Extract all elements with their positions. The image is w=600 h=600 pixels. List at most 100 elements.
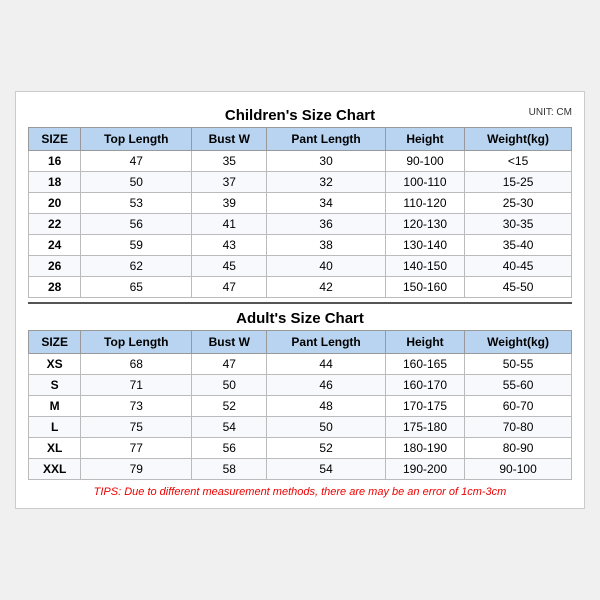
header-pant-length: Pant Length	[267, 128, 386, 151]
table-cell: 50-55	[465, 354, 572, 375]
header-size: SIZE	[29, 128, 81, 151]
table-cell: 59	[81, 235, 192, 256]
adult-header-size: SIZE	[29, 331, 81, 354]
header-top-length: Top Length	[81, 128, 192, 151]
table-cell: 24	[29, 235, 81, 256]
table-cell: 79	[81, 459, 192, 480]
adult-header-pant-length: Pant Length	[267, 331, 386, 354]
header-weight: Weight(kg)	[465, 128, 572, 151]
children-table: SIZE Top Length Bust W Pant Length Heigh…	[28, 127, 572, 298]
table-row: M735248170-17560-70	[29, 396, 572, 417]
table-cell: 70-80	[465, 417, 572, 438]
table-cell: 130-140	[385, 235, 464, 256]
table-cell: 39	[192, 193, 267, 214]
table-cell: 18	[29, 172, 81, 193]
table-cell: 50	[81, 172, 192, 193]
table-cell: 42	[267, 277, 386, 298]
adult-table: SIZE Top Length Bust W Pant Length Heigh…	[28, 330, 572, 480]
tips-text: TIPS: Due to different measurement metho…	[28, 486, 572, 498]
adult-header-height: Height	[385, 331, 464, 354]
table-cell: 40	[267, 256, 386, 277]
table-cell: 34	[267, 193, 386, 214]
table-row: 22564136120-13030-35	[29, 214, 572, 235]
table-cell: 62	[81, 256, 192, 277]
table-cell: 41	[192, 214, 267, 235]
table-cell: 52	[192, 396, 267, 417]
table-cell: 150-160	[385, 277, 464, 298]
table-row: 20533934110-12025-30	[29, 193, 572, 214]
adult-header-top-length: Top Length	[81, 331, 192, 354]
table-cell: 25-30	[465, 193, 572, 214]
table-cell: 28	[29, 277, 81, 298]
table-cell: 77	[81, 438, 192, 459]
table-cell: 56	[81, 214, 192, 235]
table-row: XXL795854190-20090-100	[29, 459, 572, 480]
table-row: XS684744160-16550-55	[29, 354, 572, 375]
table-cell: 45	[192, 256, 267, 277]
table-cell: 71	[81, 375, 192, 396]
table-row: 26624540140-15040-45	[29, 256, 572, 277]
table-cell: 90-100	[385, 151, 464, 172]
table-cell: 50	[192, 375, 267, 396]
table-row: XL775652180-19080-90	[29, 438, 572, 459]
children-section: Children's Size Chart UNIT: CM SIZE Top …	[28, 102, 572, 298]
table-cell: XS	[29, 354, 81, 375]
table-cell: 53	[81, 193, 192, 214]
table-cell: 43	[192, 235, 267, 256]
table-cell: 180-190	[385, 438, 464, 459]
table-cell: 56	[192, 438, 267, 459]
table-cell: L	[29, 417, 81, 438]
table-cell: 30-35	[465, 214, 572, 235]
table-cell: 110-120	[385, 193, 464, 214]
table-cell: 170-175	[385, 396, 464, 417]
table-cell: 48	[267, 396, 386, 417]
table-cell: 120-130	[385, 214, 464, 235]
adult-header-row: SIZE Top Length Bust W Pant Length Heigh…	[29, 331, 572, 354]
table-cell: 58	[192, 459, 267, 480]
table-row: 24594338130-14035-40	[29, 235, 572, 256]
header-bust-w: Bust W	[192, 128, 267, 151]
table-cell: 45-50	[465, 277, 572, 298]
children-title: Children's Size Chart UNIT: CM	[28, 102, 572, 127]
table-cell: XXL	[29, 459, 81, 480]
table-cell: 26	[29, 256, 81, 277]
table-cell: 47	[81, 151, 192, 172]
table-cell: 190-200	[385, 459, 464, 480]
table-row: L755450175-18070-80	[29, 417, 572, 438]
adult-title-text: Adult's Size Chart	[236, 310, 364, 327]
table-row: S715046160-17055-60	[29, 375, 572, 396]
table-cell: 44	[267, 354, 386, 375]
table-cell: 47	[192, 354, 267, 375]
table-cell: <15	[465, 151, 572, 172]
table-cell: 160-170	[385, 375, 464, 396]
table-cell: 90-100	[465, 459, 572, 480]
table-cell: 80-90	[465, 438, 572, 459]
table-cell: 52	[267, 438, 386, 459]
children-title-text: Children's Size Chart	[225, 107, 375, 124]
table-cell: 35	[192, 151, 267, 172]
table-cell: 175-180	[385, 417, 464, 438]
table-cell: 32	[267, 172, 386, 193]
adult-title: Adult's Size Chart	[28, 302, 572, 330]
table-cell: 16	[29, 151, 81, 172]
table-cell: 60-70	[465, 396, 572, 417]
table-cell: 100-110	[385, 172, 464, 193]
table-cell: 38	[267, 235, 386, 256]
table-cell: 30	[267, 151, 386, 172]
header-height: Height	[385, 128, 464, 151]
table-cell: 55-60	[465, 375, 572, 396]
table-cell: M	[29, 396, 81, 417]
table-cell: 54	[192, 417, 267, 438]
table-row: 28654742150-16045-50	[29, 277, 572, 298]
table-cell: XL	[29, 438, 81, 459]
table-row: 18503732100-11015-25	[29, 172, 572, 193]
table-cell: 47	[192, 277, 267, 298]
table-cell: 37	[192, 172, 267, 193]
table-cell: 46	[267, 375, 386, 396]
children-header-row: SIZE Top Length Bust W Pant Length Heigh…	[29, 128, 572, 151]
adult-header-weight: Weight(kg)	[465, 331, 572, 354]
table-cell: 20	[29, 193, 81, 214]
table-row: 1647353090-100<15	[29, 151, 572, 172]
unit-label: UNIT: CM	[529, 107, 572, 118]
table-cell: 160-165	[385, 354, 464, 375]
